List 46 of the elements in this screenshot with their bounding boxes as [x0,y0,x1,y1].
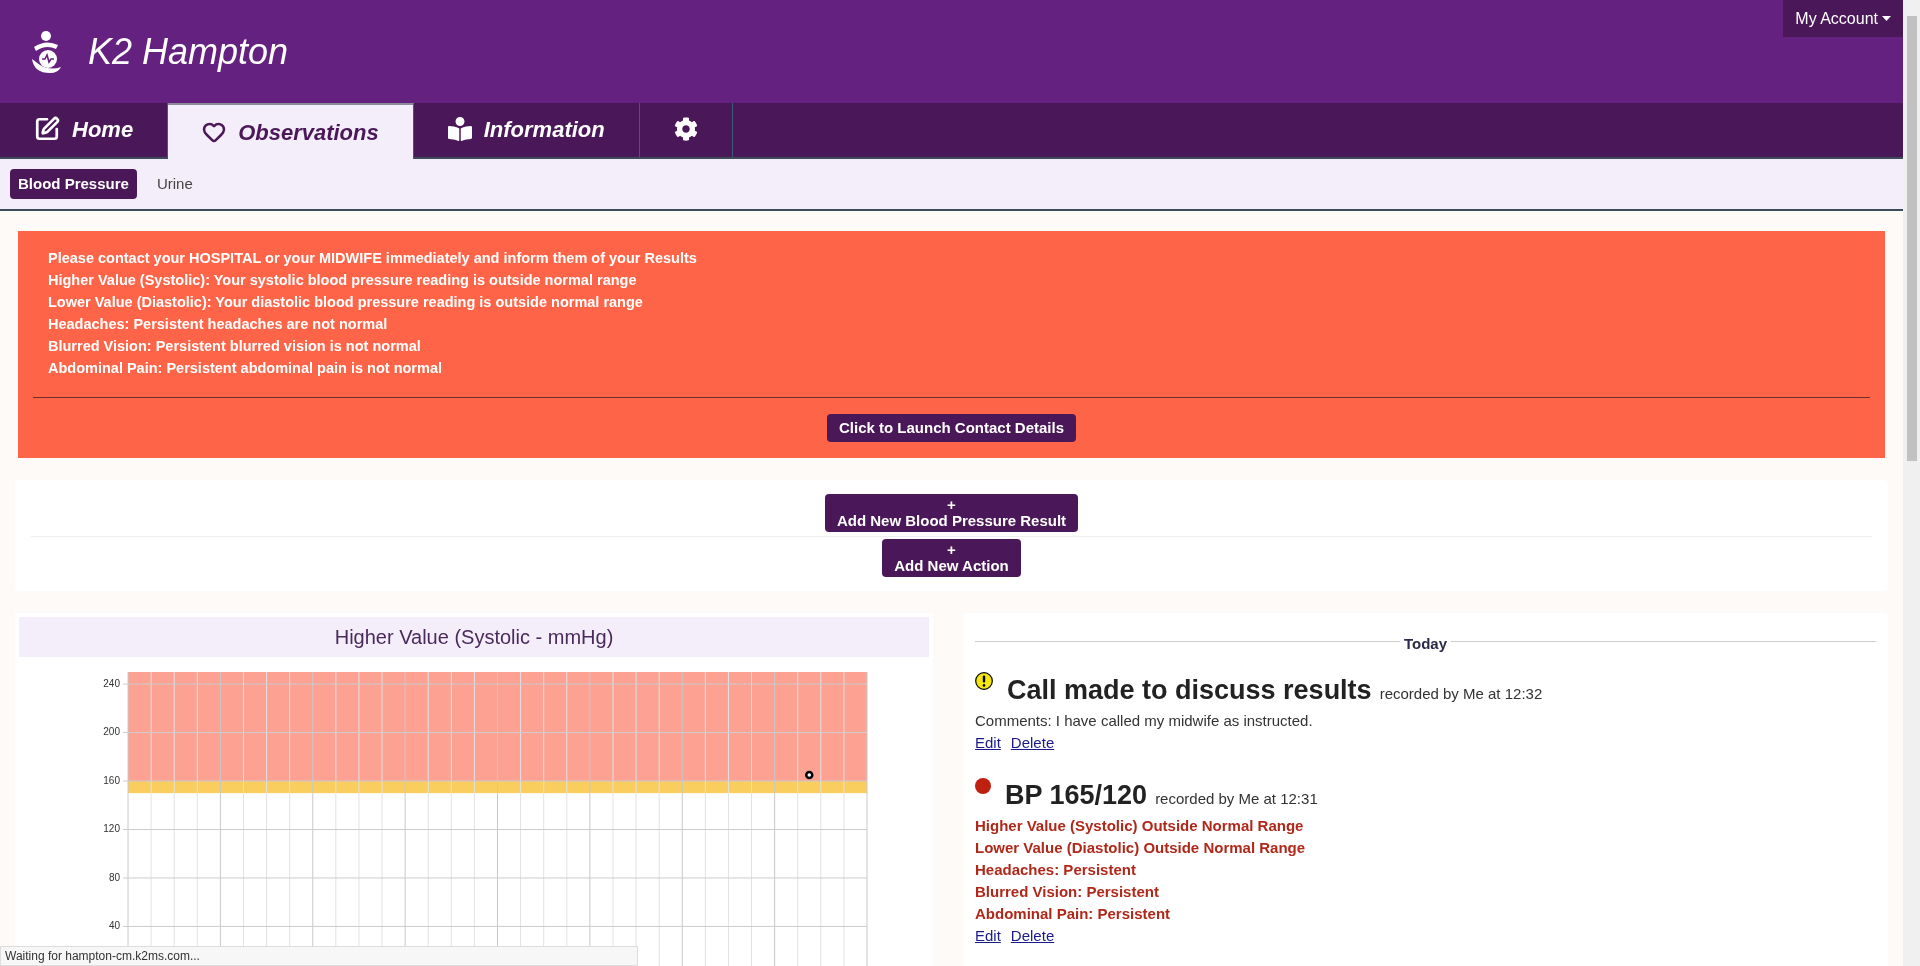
alert-message: Headaches: Persistent headaches are not normal [48,315,389,334]
entry-title: BP 165/120 [1005,778,1148,812]
book-reader-icon [447,117,472,141]
add-button[interactable]: + Add New Blood Pressure Result [824,494,1079,532]
entry-detail: Higher Value (Systolic) Outside Normal Range [975,816,1305,836]
entry-detail: Abdominal Pain: Persistent [975,904,1172,924]
y-tick-label: 200 [103,726,120,738]
entry-meta: recorded by Me at 12:32 [1379,683,1543,704]
entry-detail: Lower Value (Diastolic) Outside Normal Range [975,838,1307,858]
entry-meta: recorded by Me at 12:31 [1155,788,1318,809]
y-tick-label: 160 [103,774,120,786]
scrollbar-thumb[interactable] [1906,16,1917,461]
y-tick-label: 80 [108,871,120,883]
alert-message: Higher Value (Systolic): Your systolic blood pressure reading is outside normal range [48,271,638,290]
nav-tab[interactable]: Observations [168,103,414,159]
entry-link[interactable]: Delete [1010,925,1055,948]
status-bar: Waiting for hampton-cm.k2ms.com... [0,946,638,966]
chart-title: Higher Value (Systolic - mmHg) [19,617,929,657]
alert-message: Lower Value (Diastolic): Your diastolic blood pressure reading is outside normal range [48,293,644,312]
scrollbar[interactable] [1903,0,1920,966]
day-heading: Today [1402,634,1449,654]
contact-details-button[interactable]: Click to Launch Contact Details [826,414,1076,442]
sub-nav-tab[interactable]: Urine [148,169,201,199]
alert-message: Blurred Vision: Persistent blurred vision is not normal [48,337,422,356]
y-tick-label: 120 [103,823,120,835]
sub-nav-tab[interactable]: Blood Pressure [10,169,137,199]
data-point [805,770,814,780]
entry-link[interactable]: Edit [975,732,1001,755]
nav-tab[interactable]: Information [413,101,640,157]
heart-icon [202,120,227,144]
settings-icon [673,117,698,141]
add-button[interactable]: + Add New Action [882,539,1021,577]
app-title: K2 Hampton [88,29,289,74]
entry-detail: Headaches: Persistent [975,860,1137,880]
caret-icon [1882,16,1891,21]
entry-detail: Blurred Vision: Persistent [975,882,1160,902]
edit-icon [34,116,60,142]
y-tick-label: 40 [108,920,120,932]
alert-message: Please contact your HOSPITAL or your MIDWIFE immediately and inform them of your Results [48,249,698,268]
entry-link[interactable]: Edit [975,925,1001,948]
y-tick-label: 240 [103,677,120,689]
entry-title: Call made to discuss results [1007,673,1372,707]
entry-link[interactable]: Delete [1010,732,1055,755]
alert-message: Abdominal Pain: Persistent abdominal pain is not normal [48,359,443,378]
account-menu-button[interactable]: My Account [1783,0,1903,37]
entry-detail: Comments: I have called my midwife as instructed. [975,711,1314,731]
